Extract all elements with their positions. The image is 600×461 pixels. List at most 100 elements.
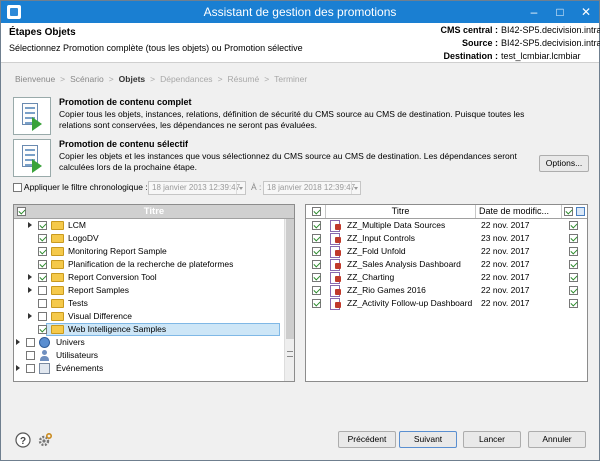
column-check-checkbox[interactable] bbox=[564, 207, 573, 216]
options-button[interactable]: Options... bbox=[539, 155, 589, 172]
step-subtitle: Sélectionnez Promotion complète (tous le… bbox=[9, 43, 303, 53]
expand-arrow-icon[interactable] bbox=[28, 313, 32, 319]
cms-central-value: BI42-SP5.decivision.intra bbox=[501, 25, 600, 35]
expand-arrow-icon[interactable] bbox=[16, 339, 20, 345]
col-title[interactable]: Titre bbox=[326, 205, 476, 218]
date-filter-checkbox[interactable] bbox=[13, 183, 22, 193]
folder-icon bbox=[51, 273, 64, 282]
tree-item-label: Web Intelligence Samples bbox=[68, 324, 167, 334]
tree-item-checkbox[interactable] bbox=[38, 273, 47, 282]
step-header: Étapes Objets Sélectionnez Promotion com… bbox=[1, 23, 600, 63]
date-from-value: 18 janvier 2013 12:39:47 bbox=[152, 183, 241, 192]
full-promotion-icon[interactable] bbox=[13, 97, 51, 135]
row-check-checkbox[interactable] bbox=[569, 299, 578, 308]
tree-item-label: Événements bbox=[56, 363, 104, 373]
date-to-label: À : bbox=[251, 182, 262, 192]
row-check-checkbox[interactable] bbox=[569, 247, 578, 256]
tree-item-checkbox[interactable] bbox=[38, 299, 47, 308]
expand-arrow-icon[interactable] bbox=[28, 222, 32, 228]
tree-item[interactable]: Univers bbox=[14, 336, 284, 349]
row-check-checkbox[interactable] bbox=[569, 273, 578, 282]
tree-item[interactable]: Visual Difference bbox=[14, 310, 284, 323]
tree-scrollbar[interactable] bbox=[284, 219, 294, 381]
tree-item-checkbox[interactable] bbox=[38, 260, 47, 269]
tree-item-label: LogoDV bbox=[68, 233, 99, 243]
col-select-all bbox=[306, 205, 326, 218]
tree-item[interactable]: Événements bbox=[14, 362, 284, 375]
expand-arrow-icon[interactable] bbox=[28, 274, 32, 280]
col-modified-date[interactable]: Date de modific... bbox=[476, 205, 562, 218]
tree-item-checkbox[interactable] bbox=[26, 351, 35, 360]
tree-item[interactable]: Planification de la recherche de platefo… bbox=[14, 258, 284, 271]
date-filter: Appliquer le filtre chronologique : bbox=[13, 182, 148, 193]
full-promotion-desc: Copier tous les objets, instances, relat… bbox=[59, 109, 525, 130]
maximize-button[interactable]: □ bbox=[547, 1, 573, 23]
row-check-checkbox[interactable] bbox=[569, 221, 578, 230]
cancel-button[interactable]: Annuler bbox=[528, 431, 586, 448]
selective-promotion-option[interactable]: Promotion de contenu sélectif Copier les… bbox=[13, 139, 593, 177]
col-check[interactable] bbox=[562, 205, 587, 218]
tree-item[interactable]: LogoDV bbox=[14, 232, 284, 245]
row-title: ZZ_Input Controls bbox=[347, 233, 416, 243]
table-row[interactable]: ZZ_Multiple Data Sources 22 nov. 2017 bbox=[306, 219, 587, 232]
row-check-checkbox[interactable] bbox=[569, 260, 578, 269]
run-button[interactable]: Lancer bbox=[463, 431, 521, 448]
date-from-field[interactable]: 18 janvier 2013 12:39:47 bbox=[148, 181, 246, 195]
selective-promotion-icon[interactable] bbox=[13, 139, 51, 177]
row-select-checkbox[interactable] bbox=[312, 234, 321, 243]
row-modified-date: 22 nov. 2017 bbox=[481, 298, 530, 308]
tree-item[interactable]: LCM bbox=[14, 219, 284, 232]
tree-item[interactable]: Tests bbox=[14, 297, 284, 310]
row-select-checkbox[interactable] bbox=[312, 299, 321, 308]
window-title: Assistant de gestion des promotions bbox=[203, 5, 397, 19]
breadcrumb-step: Terminer bbox=[274, 74, 308, 84]
help-icon[interactable]: ? bbox=[15, 432, 31, 450]
column-chooser-icon[interactable] bbox=[576, 207, 585, 216]
folder-tree-panel: Titre LCM LogoDV Monitoring Report Sample P… bbox=[13, 204, 295, 382]
row-select-checkbox[interactable] bbox=[312, 260, 321, 269]
tree-item-checkbox[interactable] bbox=[38, 247, 47, 256]
date-from-dropdown-icon[interactable] bbox=[236, 182, 245, 194]
minimize-button[interactable]: – bbox=[521, 1, 547, 23]
expand-arrow-icon[interactable] bbox=[28, 287, 32, 293]
tree-item-checkbox[interactable] bbox=[38, 221, 47, 230]
row-check-checkbox[interactable] bbox=[569, 286, 578, 295]
table-row[interactable]: ZZ_Rio Games 2016 22 nov. 2017 bbox=[306, 284, 587, 297]
breadcrumb-step: Objets bbox=[118, 74, 146, 84]
tree-item[interactable]: Monitoring Report Sample bbox=[14, 245, 284, 258]
tree-item-label: Tests bbox=[68, 298, 88, 308]
settings-icon[interactable] bbox=[37, 432, 53, 450]
folder-icon bbox=[51, 260, 64, 269]
date-to-dropdown-icon[interactable] bbox=[351, 182, 360, 194]
tree-item-checkbox[interactable] bbox=[26, 364, 35, 373]
table-select-all-checkbox[interactable] bbox=[312, 207, 321, 216]
date-to-field[interactable]: 18 janvier 2018 12:39:47 bbox=[263, 181, 361, 195]
table-row[interactable]: ZZ_Fold Unfold 22 nov. 2017 bbox=[306, 245, 587, 258]
next-button[interactable]: Suivant bbox=[399, 431, 457, 448]
close-window-button[interactable]: ✕ bbox=[573, 1, 599, 23]
tree-item[interactable]: Report Conversion Tool bbox=[14, 271, 284, 284]
row-select-checkbox[interactable] bbox=[312, 247, 321, 256]
row-select-checkbox[interactable] bbox=[312, 286, 321, 295]
tree-item[interactable]: Web Intelligence Samples bbox=[14, 323, 284, 336]
tree-item[interactable]: Utilisateurs bbox=[14, 349, 284, 362]
table-row[interactable]: ZZ_Input Controls 23 nov. 2017 bbox=[306, 232, 587, 245]
table-row[interactable]: ZZ_Activity Follow-up Dashboard 22 nov. 2… bbox=[306, 297, 587, 310]
tree-item[interactable]: Report Samples bbox=[14, 284, 284, 297]
expand-arrow-icon[interactable] bbox=[16, 365, 20, 371]
table-row[interactable]: ZZ_Charting 22 nov. 2017 bbox=[306, 271, 587, 284]
tree-item-checkbox[interactable] bbox=[38, 286, 47, 295]
full-promotion-title: Promotion de contenu complet bbox=[59, 97, 192, 107]
tree-item-checkbox[interactable] bbox=[38, 312, 47, 321]
previous-button[interactable]: Précédent bbox=[338, 431, 396, 448]
full-promotion-option[interactable]: Promotion de contenu complet Copier tous… bbox=[13, 97, 593, 135]
table-row[interactable]: ZZ_Sales Analysis Dashboard 22 nov. 2017 bbox=[306, 258, 587, 271]
folder-icon bbox=[51, 312, 64, 321]
row-check-checkbox[interactable] bbox=[569, 234, 578, 243]
tree-item-checkbox[interactable] bbox=[38, 325, 47, 334]
row-select-checkbox[interactable] bbox=[312, 273, 321, 282]
row-select-checkbox[interactable] bbox=[312, 221, 321, 230]
tree-item-checkbox[interactable] bbox=[38, 234, 47, 243]
tree-scrollbar-thumb[interactable] bbox=[286, 219, 294, 339]
tree-item-checkbox[interactable] bbox=[26, 338, 35, 347]
